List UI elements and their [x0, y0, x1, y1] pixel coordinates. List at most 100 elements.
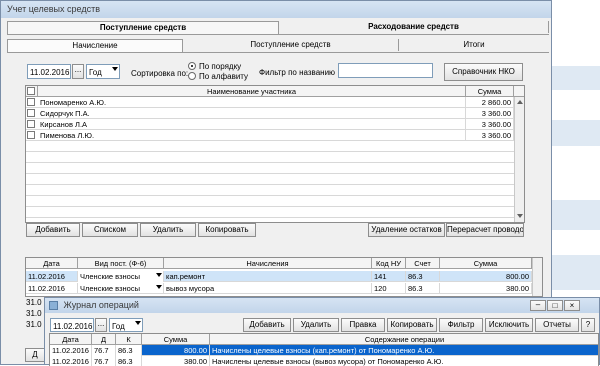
accrual-sum: 800.00: [440, 271, 532, 282]
close-button[interactable]: ×: [564, 300, 580, 311]
chevron-down-icon[interactable]: [156, 273, 162, 277]
table-row: [26, 196, 524, 207]
accrual-code: 120: [372, 283, 406, 294]
col-account[interactable]: Счет: [406, 258, 440, 269]
accrual-account: 86.3: [406, 271, 440, 282]
journal-exclude-button[interactable]: Исключить: [485, 318, 533, 332]
scroll-up-icon[interactable]: [517, 100, 523, 104]
journal-titlebar[interactable]: Журнал операций: [45, 298, 599, 313]
col-income-type[interactable]: Вид пост. (Ф-6): [78, 258, 164, 269]
journal-edit-button[interactable]: Правка: [341, 318, 385, 332]
scroll-down-icon[interactable]: [517, 214, 523, 218]
row-checkbox[interactable]: [27, 98, 35, 106]
participant-sum: 2 860.00: [466, 97, 514, 108]
participants-scrollbar[interactable]: [514, 97, 524, 222]
participants-header: Наименование участника Сумма: [26, 86, 524, 97]
journal-copy-button[interactable]: Копировать: [387, 318, 437, 332]
list-button[interactable]: Списком: [82, 223, 138, 237]
journal-title: Журнал операций: [63, 300, 139, 310]
col-journal-debit[interactable]: Д: [92, 334, 116, 345]
sub-tabs: Начисление Поступление средств Итоги: [7, 39, 549, 53]
nko-directory-button[interactable]: Справочник НКО: [444, 63, 523, 81]
hidden-date: 31.0: [26, 309, 42, 318]
partial-button[interactable]: Д: [25, 348, 45, 362]
accruals-header: Дата Вид пост. (Ф-6) Начисления Код НУ С…: [26, 258, 542, 269]
journal-debit: 76.7: [92, 345, 116, 356]
maximize-button[interactable]: □: [547, 300, 563, 311]
table-row[interactable]: Кирсанов Л.А 3 360.00: [26, 119, 524, 130]
table-row[interactable]: 11.02.2016 76.7 86.3 800.00 Начислены це…: [50, 345, 598, 356]
add-button[interactable]: Добавить: [26, 223, 80, 237]
background-band: [552, 255, 600, 290]
tab-expense[interactable]: Расходование средств: [279, 21, 549, 33]
journal-help-button[interactable]: ?: [581, 318, 595, 332]
table-row[interactable]: Пономаренко А.Ю. 2 860.00: [26, 97, 524, 108]
col-date[interactable]: Дата: [26, 258, 78, 269]
participant-name: Пономаренко А.Ю.: [38, 97, 466, 108]
accrual-account: 86.3: [406, 283, 440, 294]
journal-delete-button[interactable]: Удалить: [293, 318, 339, 332]
background-band: [552, 200, 600, 230]
sort-alpha-radio[interactable]: [188, 72, 196, 80]
sort-order-radio[interactable]: [188, 62, 196, 70]
background-band: [552, 120, 600, 146]
name-filter-label: Фильтр по названию: [259, 68, 336, 77]
col-code[interactable]: Код НУ: [372, 258, 406, 269]
delete-button[interactable]: Удалить: [140, 223, 196, 237]
select-all-column[interactable]: [26, 86, 38, 97]
name-filter-input[interactable]: [338, 63, 433, 78]
row-checkbox[interactable]: [27, 120, 35, 128]
col-participant-name[interactable]: Наименование участника: [38, 86, 466, 97]
select-all-checkbox[interactable]: [27, 87, 35, 95]
period-select[interactable]: Год: [86, 64, 120, 79]
col-journal-content[interactable]: Содержание операции: [210, 334, 598, 345]
accrual-sum: 380.00: [440, 283, 532, 294]
col-sum[interactable]: Сумма: [440, 258, 532, 269]
journal-date: 11.02.2016: [50, 345, 92, 356]
accrual-type[interactable]: Членские взносы: [78, 271, 164, 282]
delete-remainders-button[interactable]: Удаление остатков: [368, 223, 445, 237]
col-journal-date[interactable]: Дата: [50, 334, 92, 345]
journal-period-value: Год: [112, 322, 125, 331]
minimize-button[interactable]: –: [530, 300, 546, 311]
chevron-down-icon: [112, 67, 118, 71]
journal-period-select[interactable]: Год: [109, 318, 143, 332]
journal-header: Дата Д К Сумма Содержание операции: [50, 334, 598, 345]
journal-date-field[interactable]: 11.02.2016: [50, 318, 94, 332]
chevron-down-icon[interactable]: [156, 285, 162, 289]
tab-accrual[interactable]: Начисление: [7, 39, 183, 52]
col-participant-sum[interactable]: Сумма: [466, 86, 514, 97]
journal-date-picker[interactable]: ...: [95, 318, 107, 332]
table-row[interactable]: Сидорчук П.А. 3 360.00: [26, 108, 524, 119]
col-journal-credit[interactable]: К: [116, 334, 142, 345]
sort-alpha-label[interactable]: По алфавиту: [199, 72, 248, 81]
date-field[interactable]: 11.02.2016: [27, 64, 71, 79]
journal-reports-button[interactable]: Отчеты: [535, 318, 579, 332]
tab-totals[interactable]: Итоги: [399, 39, 549, 51]
background-band: [552, 66, 600, 90]
participant-name: Сидорчук П.А.: [38, 108, 466, 119]
table-row: [26, 185, 524, 196]
date-picker-button[interactable]: ...: [72, 64, 84, 79]
journal-sum: 800.00: [142, 345, 210, 356]
col-accrual[interactable]: Начисления: [164, 258, 372, 269]
row-checkbox[interactable]: [27, 131, 35, 139]
table-row[interactable]: Пименова Л.Ю. 3 360.00: [26, 130, 524, 141]
journal-content: Начислены целевые взносы (кап.ремонт) от…: [210, 345, 598, 356]
copy-button[interactable]: Копировать: [198, 223, 256, 237]
recalc-postings-button[interactable]: Перерасчет проводок: [446, 223, 524, 237]
tab-income[interactable]: Поступление средств: [7, 21, 279, 34]
row-checkbox[interactable]: [27, 109, 35, 117]
table-row[interactable]: 11.02.2016 Членские взносы кап.ремонт 14…: [26, 271, 542, 282]
journal-add-button[interactable]: Добавить: [243, 318, 291, 332]
main-window-title: Учет целевых средств: [1, 1, 551, 18]
col-journal-sum[interactable]: Сумма: [142, 334, 210, 345]
accrual-date: 11.02.2016: [26, 271, 78, 282]
table-row[interactable]: 11.02.2016 Членские взносы вывоз мусора …: [26, 283, 542, 294]
accruals-scrollbar[interactable]: [532, 258, 542, 296]
journal-filter-button[interactable]: Фильтр: [439, 318, 483, 332]
accrual-type[interactable]: Членские взносы: [78, 283, 164, 294]
tab-receipts[interactable]: Поступление средств: [183, 39, 399, 51]
sort-label: Сортировка по:: [131, 69, 189, 78]
sort-order-label[interactable]: По порядку: [199, 62, 241, 71]
